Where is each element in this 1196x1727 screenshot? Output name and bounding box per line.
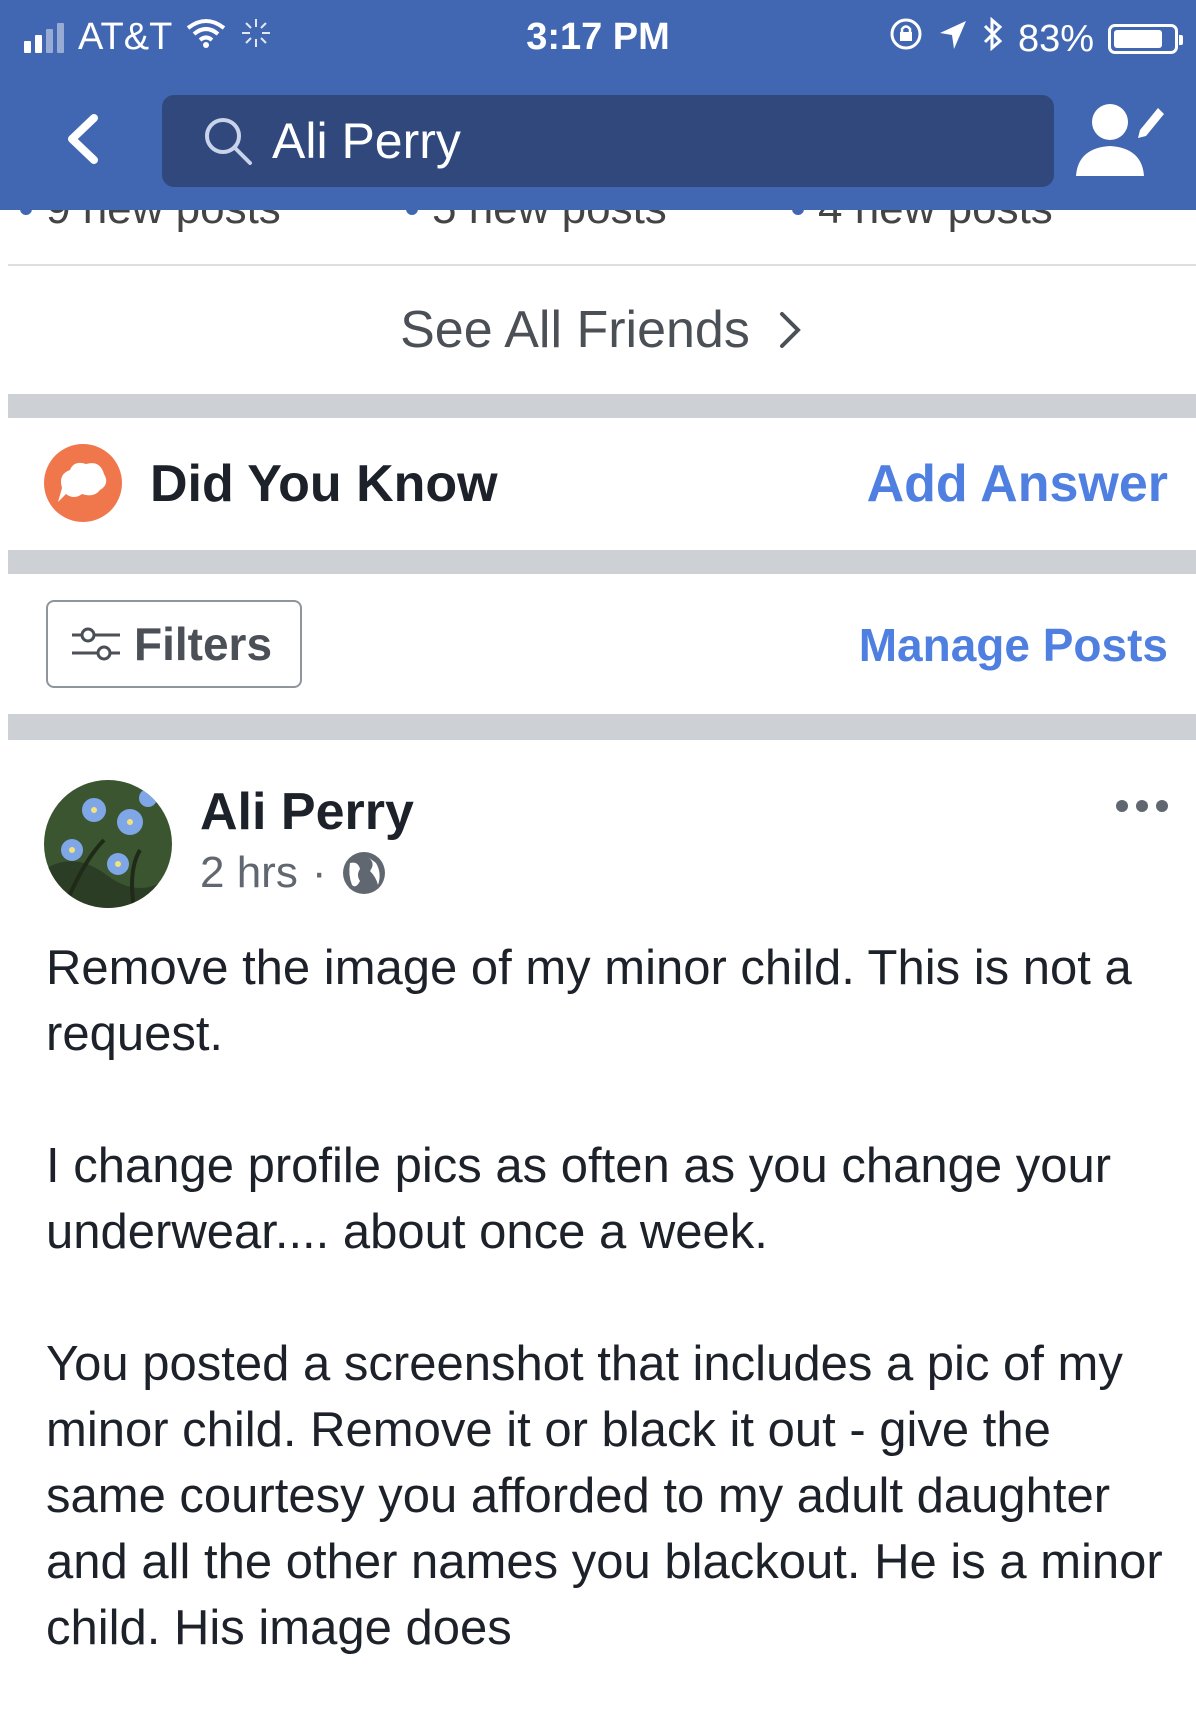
battery-fill [1114,30,1163,48]
battery-icon [1108,24,1183,54]
filters-row: Filters Manage Posts [8,574,1196,714]
search-query: Ali Perry [272,113,461,169]
post-paragraph: Remove the image of my minor child. This… [46,941,1132,1061]
rotation-lock-icon [888,16,924,62]
bluetooth-icon [982,16,1004,61]
did-you-know-icon [44,444,122,522]
section-separator [8,550,1196,574]
post-author-name[interactable]: Ali Perry [200,782,414,842]
back-chevron-icon [68,114,98,164]
manage-posts-link[interactable]: Manage Posts [859,618,1168,672]
section-separator [8,394,1196,418]
search-navbar: Ali Perry [0,90,1196,190]
globe-icon [343,852,386,894]
post-paragraph: I change profile pics as often as you ch… [46,1139,1112,1259]
section-separator [8,714,1196,740]
friend-edit-icon [1076,104,1164,176]
status-bar: AT&T 3:17 PM 83% [0,0,1196,76]
post-options-button[interactable] [1112,794,1172,818]
post-timestamp[interactable]: 2 hrs [200,848,298,898]
more-options-icon [1116,800,1168,812]
search-field[interactable]: Ali Perry [162,95,1054,187]
battery-percent: 83% [1017,17,1094,60]
see-all-friends-link[interactable]: See All Friends [8,266,1196,394]
location-arrow-icon [938,18,968,61]
did-you-know-row: Did You Know Add Answer [8,418,1196,550]
status-right: 83% [888,16,1183,62]
avatar[interactable] [44,780,172,908]
sliders-icon [72,627,120,661]
filters-button[interactable]: Filters [46,600,302,688]
feed-post: Ali Perry 2 hrs · Remove the image of my… [8,740,1196,1678]
did-you-know-title: Did You Know [150,455,498,513]
meta-dot: · [311,848,327,897]
add-answer-link[interactable]: Add Answer [867,454,1168,514]
app-header: AT&T 3:17 PM 83% Ali Perry [0,0,1196,210]
friend-edit-button[interactable] [1072,100,1172,180]
post-paragraph: You posted a screenshot that includes a … [46,1337,1163,1655]
post-body: Remove the image of my minor child. This… [46,935,1176,1727]
filters-label: Filters [134,618,273,670]
see-all-friends-label: See All Friends [400,301,750,359]
chevron-right-icon [779,312,801,348]
post-meta: 2 hrs · [200,848,388,898]
search-icon [205,118,252,165]
back-button[interactable] [56,104,116,174]
